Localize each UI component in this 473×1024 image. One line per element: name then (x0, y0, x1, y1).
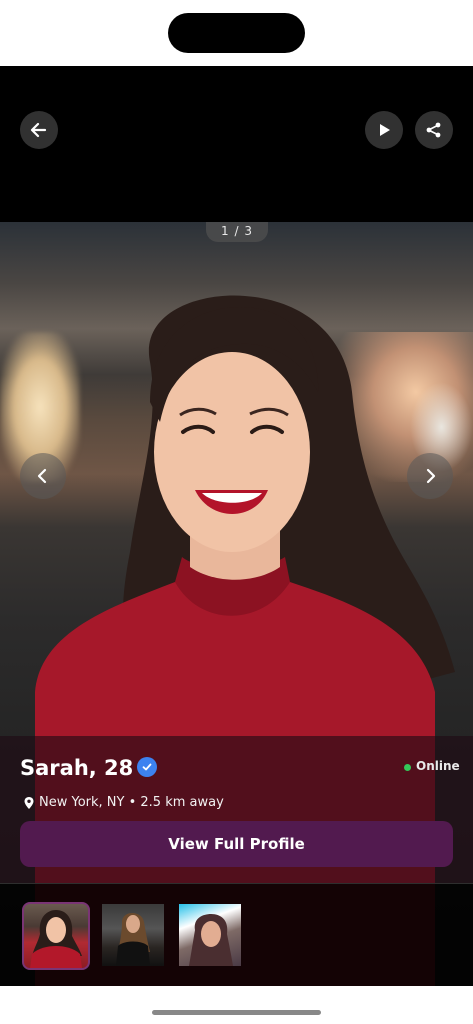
previous-photo-button[interactable] (20, 453, 66, 499)
thumbnail-portrait (189, 914, 233, 966)
thumbnail-photo-1[interactable] (22, 902, 90, 970)
thumbnail-portrait (116, 913, 150, 966)
verified-badge-icon (137, 757, 157, 777)
next-photo-button[interactable] (407, 453, 453, 499)
online-status-label: Online (416, 759, 460, 773)
share-button[interactable] (415, 111, 453, 149)
chevron-right-icon (426, 468, 436, 484)
photo-counter: 1 / 3 (206, 222, 268, 242)
map-pin-icon (24, 797, 34, 809)
online-status-dot (404, 764, 411, 771)
arrow-left-icon (30, 122, 47, 138)
share-icon (426, 122, 441, 138)
view-full-profile-button[interactable]: View Full Profile (20, 821, 453, 867)
profile-name-age: Sarah, 28 (20, 756, 134, 780)
home-indicator[interactable] (152, 1010, 321, 1015)
play-slideshow-button[interactable] (365, 111, 403, 149)
play-icon (380, 124, 390, 136)
thumbnail-photo-3[interactable] (179, 904, 241, 966)
thumbnail-photo-2[interactable] (102, 904, 164, 966)
dynamic-island (168, 13, 305, 53)
profile-location: New York, NY • 2.5 km away (39, 795, 224, 810)
chevron-left-icon (37, 468, 47, 484)
back-button[interactable] (20, 111, 58, 149)
thumbnail-portrait (30, 910, 82, 968)
